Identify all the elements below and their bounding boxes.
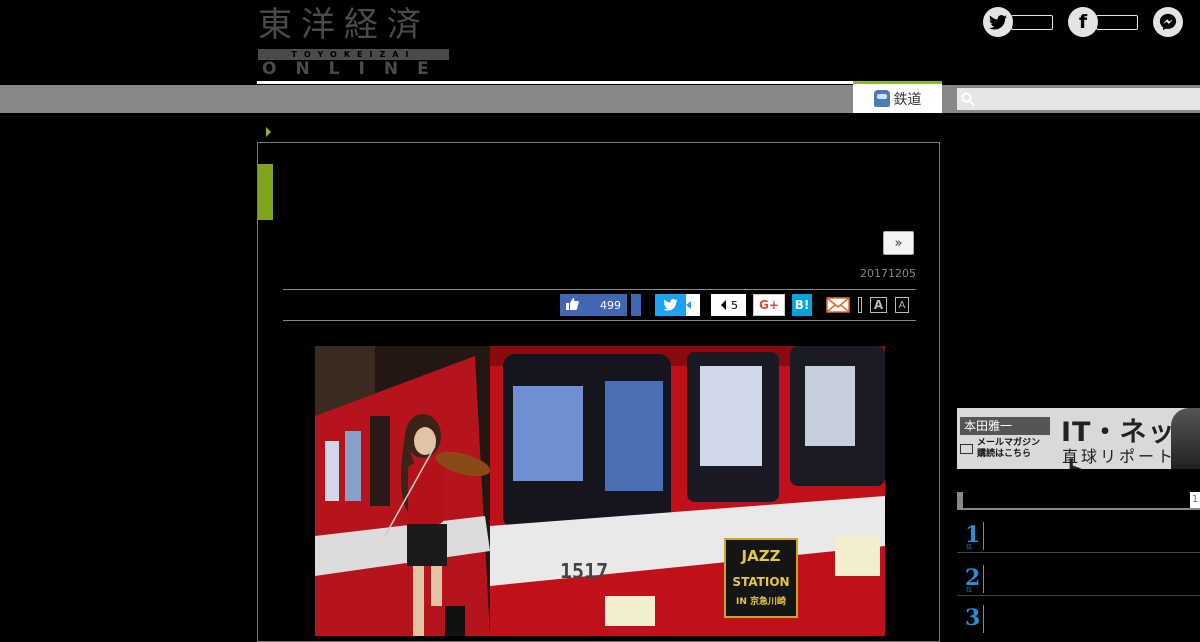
sign-line3: IN 京急川崎 <box>736 595 786 607</box>
mail-share-button[interactable] <box>825 294 851 316</box>
breadcrumb-arrow-icon <box>266 127 271 137</box>
ranking-header-accent <box>957 492 963 508</box>
tab-tetsudo[interactable]: 鉄道 <box>853 81 942 113</box>
site-logo[interactable]: 東洋経済 TOYOKEIZAI ONLINE <box>258 5 449 79</box>
mail-icon <box>960 444 973 454</box>
hatena-bookmark-count[interactable]: 5 <box>711 294 746 316</box>
train-icon <box>873 90 890 107</box>
logo-japanese-text: 東洋経済 <box>258 5 430 45</box>
ad-mail-text: メールマガジン 購読はこちら <box>977 438 1040 460</box>
ranking-item[interactable]: 2 位 <box>957 561 1200 596</box>
rank-divider <box>983 522 984 550</box>
twitter-icon <box>983 7 1013 37</box>
train-number: 1517 <box>560 559 608 583</box>
facebook-count <box>1096 14 1138 30</box>
search-icon[interactable] <box>957 88 979 110</box>
ad-subtitle: 直球リポート <box>1062 447 1177 466</box>
google-plus-button[interactable]: G+ <box>753 294 785 316</box>
rank-suffix: 位 <box>966 587 973 594</box>
sign-line1: JAZZ <box>741 547 781 565</box>
ranking-header <box>957 490 1200 510</box>
twitter-count <box>1011 14 1053 30</box>
font-size-divider <box>858 297 862 313</box>
share-divider-bottom <box>283 320 916 321</box>
twitter-share-count <box>686 294 700 316</box>
article-photo: 1517 JAZZ STATION IN 京急川崎 <box>315 346 885 636</box>
facebook-like-button[interactable]: 499 <box>560 294 627 316</box>
ad-mail-line2: 購読はこちら <box>977 449 1032 459</box>
facebook-follow[interactable]: f <box>1068 6 1138 38</box>
ad-author-photo <box>1171 408 1200 469</box>
title-accent-bar <box>258 164 273 220</box>
messenger-share[interactable] <box>1153 6 1183 38</box>
rank-suffix: 位 <box>966 544 973 551</box>
messenger-icon <box>1153 7 1183 37</box>
font-size-small-button[interactable]: A <box>895 297 909 313</box>
twitter-follow[interactable] <box>983 6 1053 38</box>
logo-online-text: ONLINE <box>262 59 448 79</box>
ad-mail-line1: メールマガジン <box>977 438 1041 448</box>
tab-tetsudo-label: 鉄道 <box>893 91 922 108</box>
sign-line2: STATION <box>732 575 789 589</box>
ad-author-name: 本田雅一 <box>960 417 1050 435</box>
search-box[interactable] <box>957 88 1200 110</box>
facebook-share-button[interactable] <box>631 294 641 316</box>
ranking-item[interactable]: 3 <box>957 601 1200 633</box>
newsletter-ad-banner[interactable]: 本田雅一 メールマガジン 購読はこちら IT・ネット 直球リポート <box>957 408 1200 469</box>
twitter-share-button[interactable] <box>655 294 686 316</box>
article-date: 20171205 <box>860 267 916 280</box>
search-input[interactable] <box>979 88 1193 110</box>
twitter-bird-icon <box>663 299 678 311</box>
ranking-tab[interactable]: 1 <box>1190 492 1200 508</box>
rank-number: 3 <box>965 605 981 631</box>
ranking-item[interactable]: 1 位 <box>957 518 1200 553</box>
mail-icon <box>826 297 850 313</box>
next-page-button[interactable]: » <box>883 231 914 255</box>
facebook-icon: f <box>1068 7 1098 37</box>
thumbs-up-icon <box>566 297 579 313</box>
facebook-like-count: 499 <box>600 298 621 312</box>
hatena-bookmark-button[interactable]: B! <box>792 294 812 316</box>
rank-divider <box>983 605 984 633</box>
font-size-large-button[interactable]: A <box>870 297 887 313</box>
header-divider <box>257 81 853 84</box>
rank-divider <box>983 565 984 593</box>
share-divider-top <box>283 289 916 290</box>
